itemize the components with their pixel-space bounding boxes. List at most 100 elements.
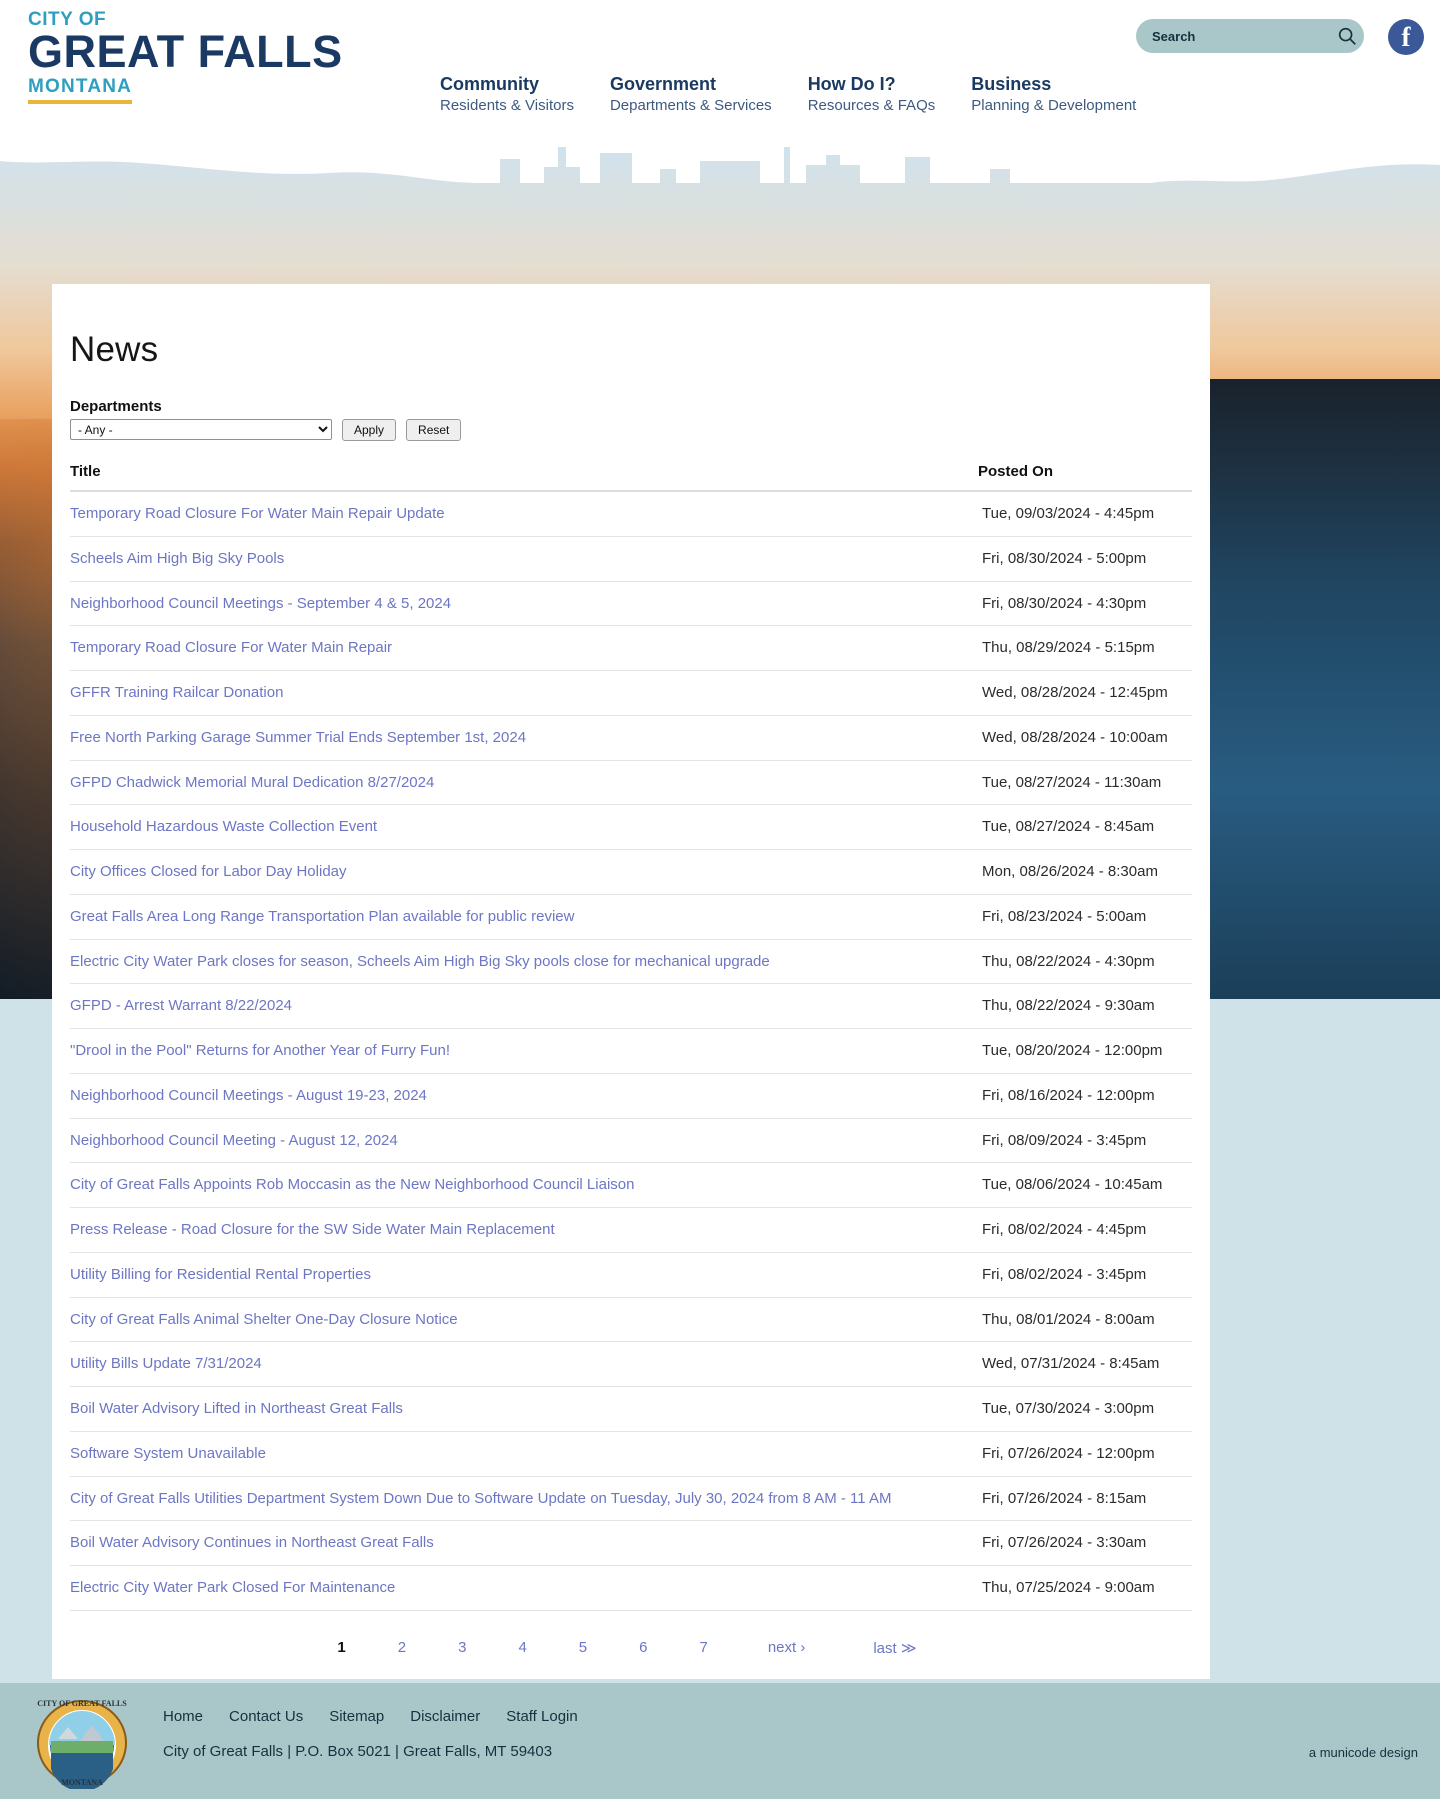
- news-title-cell: Utility Billing for Residential Rental P…: [70, 1252, 978, 1298]
- nav-subtitle: Planning & Development: [971, 96, 1137, 114]
- news-posted-cell: Fri, 08/30/2024 - 4:30pm: [978, 581, 1192, 627]
- news-title-link[interactable]: Utility Bills Update 7/31/2024: [70, 1355, 262, 1372]
- site-footer: CITY OF GREAT FALLS MONTANA Home Contact …: [0, 1683, 1440, 1799]
- table-row: GFPD Chadwick Memorial Mural Dedication …: [70, 760, 1192, 806]
- news-title-cell: GFPD Chadwick Memorial Mural Dedication …: [70, 760, 978, 806]
- table-row: GFFR Training Railcar Donation Wed, 08/28…: [70, 670, 1192, 716]
- pagination-next-link[interactable]: next ›: [734, 1639, 840, 1656]
- news-content-card: News Departments - Any - Apply Reset Tit…: [52, 284, 1210, 1679]
- news-title-link[interactable]: Electric City Water Park closes for seas…: [70, 953, 770, 970]
- news-table-body: Temporary Road Closure For Water Main Re…: [70, 491, 1192, 1611]
- news-posted-cell: Fri, 07/26/2024 - 3:30am: [978, 1520, 1192, 1566]
- nav-item-community[interactable]: Community Residents & Visitors: [440, 74, 574, 115]
- pagination-page-6[interactable]: 6: [613, 1639, 673, 1656]
- news-title-link[interactable]: Software System Unavailable: [70, 1445, 266, 1462]
- news-title-link[interactable]: Electric City Water Park Closed For Main…: [70, 1579, 395, 1596]
- news-title-cell: Electric City Water Park Closed For Main…: [70, 1565, 978, 1611]
- news-posted-cell: Thu, 08/01/2024 - 8:00am: [978, 1297, 1192, 1343]
- news-posted-cell: Tue, 08/06/2024 - 10:45am: [978, 1162, 1192, 1208]
- table-row: "Drool in the Pool" Returns for Another …: [70, 1028, 1192, 1074]
- news-title-link[interactable]: Temporary Road Closure For Water Main Re…: [70, 639, 392, 656]
- news-title-link[interactable]: Scheels Aim High Big Sky Pools: [70, 550, 284, 567]
- news-title-cell: Neighborhood Council Meetings - August 1…: [70, 1073, 978, 1119]
- news-title-link[interactable]: Free North Parking Garage Summer Trial E…: [70, 729, 526, 746]
- logo-line-montana: MONTANA: [28, 76, 133, 105]
- column-header-posted-on: Posted On: [978, 459, 1192, 492]
- table-row: City of Great Falls Utilities Department…: [70, 1476, 1192, 1522]
- news-title-link[interactable]: City of Great Falls Utilities Department…: [70, 1490, 891, 1507]
- pagination-page-2[interactable]: 2: [372, 1639, 432, 1656]
- news-title-link[interactable]: City of Great Falls Appoints Rob Moccasi…: [70, 1176, 634, 1193]
- nav-item-how-do-i[interactable]: How Do I? Resources & FAQs: [808, 74, 936, 115]
- table-row: Neighborhood Council Meetings - Septembe…: [70, 581, 1192, 627]
- search-box[interactable]: [1136, 19, 1364, 53]
- news-title-link[interactable]: "Drool in the Pool" Returns for Another …: [70, 1042, 450, 1059]
- footer-link-contact-us[interactable]: Contact Us: [229, 1708, 303, 1725]
- nav-subtitle: Residents & Visitors: [440, 96, 574, 114]
- nav-item-government[interactable]: Government Departments & Services: [610, 74, 772, 115]
- news-title-link[interactable]: Boil Water Advisory Continues in Northea…: [70, 1534, 434, 1551]
- news-title-link[interactable]: GFFR Training Railcar Donation: [70, 684, 283, 701]
- news-title-link[interactable]: Neighborhood Council Meeting - August 12…: [70, 1132, 398, 1149]
- footer-link-staff-login[interactable]: Staff Login: [506, 1708, 577, 1725]
- table-header-row: Title Posted On: [70, 459, 1192, 492]
- departments-select[interactable]: - Any -: [70, 419, 332, 440]
- news-title-link[interactable]: Neighborhood Council Meetings - Septembe…: [70, 595, 451, 612]
- pagination-page-4[interactable]: 4: [492, 1639, 552, 1656]
- news-title-link[interactable]: GFPD - Arrest Warrant 8/22/2024: [70, 997, 292, 1014]
- news-posted-cell: Tue, 08/20/2024 - 12:00pm: [978, 1028, 1192, 1074]
- news-posted-cell: Thu, 08/22/2024 - 4:30pm: [978, 939, 1192, 985]
- table-row: Boil Water Advisory Lifted in Northeast …: [70, 1386, 1192, 1432]
- news-title-link[interactable]: Household Hazardous Waste Collection Eve…: [70, 818, 377, 835]
- table-row: Neighborhood Council Meeting - August 12…: [70, 1118, 1192, 1164]
- news-title-link[interactable]: City Offices Closed for Labor Day Holida…: [70, 863, 347, 880]
- news-title-link[interactable]: GFPD Chadwick Memorial Mural Dedication …: [70, 774, 434, 791]
- svg-text:CITY OF GREAT FALLS: CITY OF GREAT FALLS: [37, 1699, 127, 1708]
- apply-button[interactable]: Apply: [342, 419, 397, 441]
- news-title-link[interactable]: Neighborhood Council Meetings - August 1…: [70, 1087, 427, 1104]
- news-title-link[interactable]: Utility Billing for Residential Rental P…: [70, 1266, 371, 1283]
- news-title-link[interactable]: Boil Water Advisory Lifted in Northeast …: [70, 1400, 403, 1417]
- skyline-silhouette: [0, 139, 1440, 183]
- nav-title: Government: [609, 74, 716, 94]
- pagination-last-link[interactable]: last ≫: [839, 1639, 950, 1657]
- pagination-page-5[interactable]: 5: [553, 1639, 613, 1656]
- table-row: Utility Bills Update 7/31/2024 Wed, 07/31…: [70, 1341, 1192, 1387]
- news-title-cell: Household Hazardous Waste Collection Eve…: [70, 804, 978, 850]
- footer-link-disclaimer[interactable]: Disclaimer: [410, 1708, 480, 1725]
- news-title-link[interactable]: Great Falls Area Long Range Transportati…: [70, 908, 574, 925]
- news-posted-cell: Mon, 08/26/2024 - 8:30am: [978, 849, 1192, 895]
- site-logo[interactable]: CITY OF GREAT FALLS MONTANA: [28, 9, 343, 105]
- reset-button[interactable]: Reset: [406, 419, 462, 441]
- news-title-cell: Boil Water Advisory Continues in Northea…: [70, 1520, 978, 1566]
- facebook-icon[interactable]: f: [1388, 19, 1424, 55]
- table-row: City of Great Falls Animal Shelter One-D…: [70, 1297, 1192, 1343]
- news-posted-cell: Tue, 08/27/2024 - 11:30am: [978, 760, 1192, 806]
- footer-link-home[interactable]: Home: [163, 1708, 203, 1725]
- search-icon[interactable]: [1329, 25, 1364, 47]
- news-title-link[interactable]: Temporary Road Closure For Water Main Re…: [70, 505, 445, 522]
- pagination-page-7[interactable]: 7: [673, 1639, 733, 1656]
- news-posted-cell: Thu, 08/29/2024 - 5:15pm: [978, 625, 1192, 671]
- news-title-cell: Temporary Road Closure For Water Main Re…: [70, 625, 978, 671]
- site-header: CITY OF GREAT FALLS MONTANA Community Re…: [0, 0, 1440, 139]
- table-row: Electric City Water Park closes for seas…: [70, 939, 1192, 985]
- nav-item-business[interactable]: Business Planning & Development: [971, 74, 1136, 115]
- pagination-page-1: 1: [337, 1639, 346, 1657]
- news-title-link[interactable]: Press Release - Road Closure for the SW …: [70, 1221, 555, 1238]
- nav-subtitle: Resources & FAQs: [807, 96, 936, 114]
- search-input[interactable]: [1136, 27, 1329, 45]
- main-navigation: Community Residents & Visitors Governmen…: [440, 74, 1172, 115]
- table-row: Software System Unavailable Fri, 07/26/20…: [70, 1431, 1192, 1477]
- nav-subtitle: Departments & Services: [609, 96, 772, 114]
- pagination-page-3[interactable]: 3: [432, 1639, 492, 1656]
- news-title-cell: GFFR Training Railcar Donation: [70, 670, 978, 716]
- table-row: City Offices Closed for Labor Day Holida…: [70, 849, 1192, 895]
- news-posted-cell: Fri, 07/26/2024 - 12:00pm: [978, 1431, 1192, 1477]
- news-title-cell: City of Great Falls Appoints Rob Moccasi…: [70, 1162, 978, 1208]
- news-posted-cell: Fri, 08/02/2024 - 3:45pm: [978, 1252, 1192, 1298]
- table-row: Household Hazardous Waste Collection Eve…: [70, 804, 1192, 850]
- news-title-cell: Great Falls Area Long Range Transportati…: [70, 894, 978, 940]
- footer-link-sitemap[interactable]: Sitemap: [329, 1708, 384, 1725]
- news-title-link[interactable]: City of Great Falls Animal Shelter One-D…: [70, 1311, 458, 1328]
